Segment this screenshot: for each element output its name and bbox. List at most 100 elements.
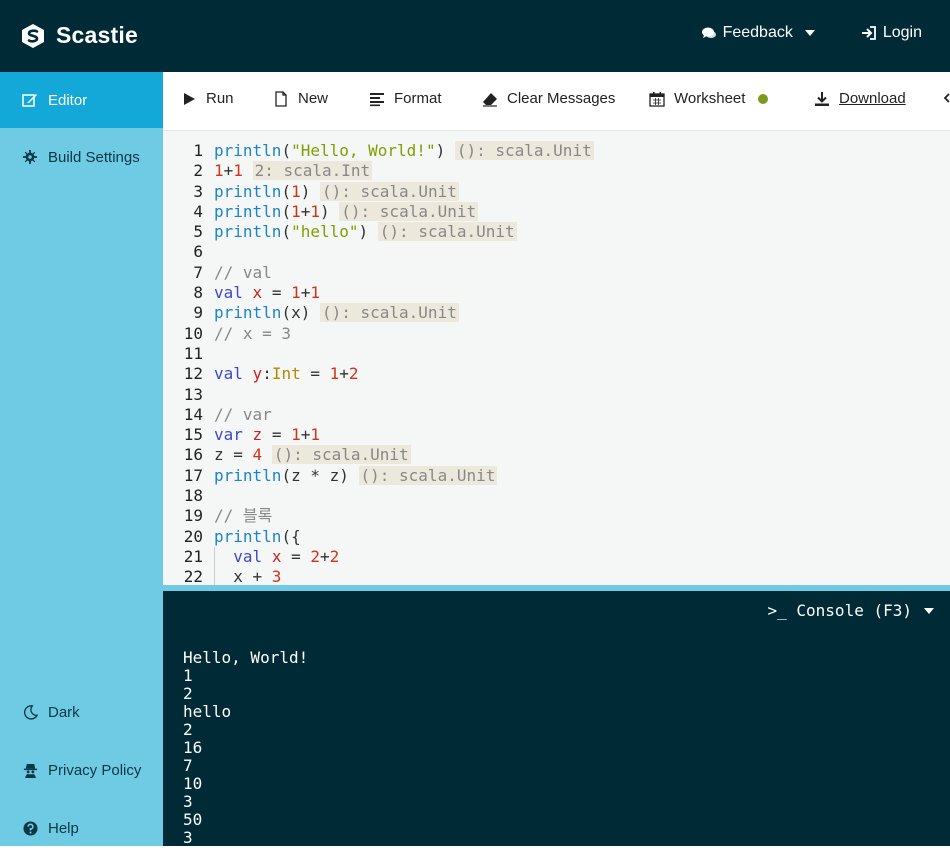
- code-line: 18: [163, 486, 950, 506]
- feedback-label: Feedback: [722, 24, 793, 41]
- moon-icon: [22, 704, 38, 720]
- download-button[interactable]: Download: [814, 90, 906, 107]
- sidebar-item-label: Help: [48, 819, 79, 837]
- align-left-icon: [370, 92, 384, 106]
- worksheet-annotation: (): scala.Unit: [319, 303, 459, 323]
- console-title: >_ Console (F3): [767, 601, 913, 620]
- format-button[interactable]: Format: [369, 90, 442, 107]
- line-number: 12: [183, 364, 203, 384]
- download-label: Download: [839, 90, 906, 107]
- share-button-partial[interactable]: [943, 90, 950, 106]
- sidebar-item-label: Privacy Policy: [48, 761, 142, 779]
- worksheet-annotation: (): scala.Unit: [271, 445, 411, 465]
- top-bar: Scastie Feedback Login: [0, 0, 950, 72]
- worksheet-annotation: (): scala.Unit: [377, 222, 517, 242]
- login-label: Login: [882, 24, 922, 41]
- console-panel: >_ Console (F3) Hello, World! 1 2 hello …: [163, 591, 950, 847]
- code-line: 5 println("hello") (): scala.Unit: [163, 222, 950, 242]
- worksheet-annotation: (): scala.Unit: [319, 181, 459, 201]
- format-label: Format: [394, 90, 442, 107]
- code-line: 12 val y:Int = 1+2: [163, 364, 950, 384]
- line-number: 7: [193, 262, 203, 282]
- line-number: 16: [183, 445, 203, 465]
- line-number: 22: [183, 567, 203, 585]
- worksheet-annotation: (): scala.Unit: [358, 465, 498, 485]
- sidebar-item-privacy-policy[interactable]: Privacy Policy: [0, 742, 163, 798]
- line-number: 9: [193, 303, 203, 323]
- code-line: 6: [163, 242, 950, 262]
- clear-messages-label: Clear Messages: [507, 90, 616, 107]
- line-number: 18: [183, 486, 203, 506]
- sign-in-icon: [861, 26, 876, 40]
- worksheet-annotation: 2: scala.Int: [252, 161, 373, 181]
- editor-toolbar: Run New Format Clear Messages Worksheet …: [163, 72, 950, 131]
- line-number: 11: [183, 343, 203, 363]
- console-toggle[interactable]: >_ Console (F3): [767, 601, 934, 620]
- code-line: 3 println(1) (): scala.Unit: [163, 181, 950, 202]
- line-number: 4: [193, 201, 203, 221]
- code-line: 14// var: [163, 405, 950, 425]
- line-number: 2: [193, 161, 203, 181]
- line-number: 6: [193, 242, 203, 262]
- line-number: 8: [193, 283, 203, 303]
- chevron-down-icon: [924, 607, 934, 614]
- line-number: 10: [183, 323, 203, 343]
- worksheet-status-indicator: [758, 93, 769, 104]
- code-line: 20 println({: [163, 527, 950, 547]
- code-line: 11: [163, 344, 950, 364]
- feedback-button[interactable]: Feedback: [701, 24, 815, 42]
- code-line: 10// x = 3: [163, 324, 950, 344]
- line-number: 17: [183, 465, 203, 485]
- line-number: 20: [183, 526, 203, 546]
- play-icon: [184, 92, 195, 105]
- sidebar-item-label: Build Settings: [48, 148, 140, 166]
- new-button[interactable]: New: [273, 90, 328, 107]
- app-name: Scastie: [56, 22, 138, 48]
- edit-icon: [22, 92, 38, 108]
- worksheet-annotation: (): scala.Unit: [339, 201, 479, 221]
- code-line: 1 println("Hello, World!") (): scala.Unit: [163, 141, 950, 161]
- sidebar-item-label: Editor: [48, 91, 88, 109]
- line-number: 1: [193, 141, 203, 160]
- gear-icon: [22, 149, 38, 165]
- comments-icon: [701, 27, 716, 38]
- line-number: 13: [183, 384, 203, 404]
- code-line: 2 1+1 2: scala.Int: [163, 161, 950, 181]
- code-line: 17 println(z * z) (): scala.Unit: [163, 465, 950, 486]
- new-label: New: [298, 90, 329, 107]
- line-number: 14: [183, 404, 203, 424]
- download-icon: [815, 91, 829, 106]
- sidebar-item-build-settings[interactable]: Build Settings: [0, 129, 163, 185]
- scastie-logo[interactable]: Scastie: [20, 22, 138, 49]
- sidebar-item-help[interactable]: Help: [0, 800, 163, 856]
- code-line: 7// val: [163, 263, 950, 283]
- line-number: 3: [193, 181, 203, 201]
- sidebar-item-label: Dark: [48, 703, 80, 721]
- question-circle-icon: [22, 820, 38, 836]
- sidebar-item-dark[interactable]: Dark: [0, 684, 163, 740]
- scastie-logo-icon: [22, 23, 44, 48]
- sidebar: Editor Build Settings Dark Privacy Polic…: [0, 72, 163, 846]
- code-line: 22 x + 3: [163, 567, 950, 585]
- sidebar-item-editor[interactable]: Editor: [0, 72, 163, 128]
- share-icon: [943, 93, 950, 103]
- code-line: 8 val x = 1+1: [163, 283, 950, 303]
- code-line: 9 println(x) (): scala.Unit: [163, 303, 950, 323]
- worksheet-label: Worksheet: [674, 90, 746, 107]
- code-line: 13: [163, 385, 950, 405]
- worksheet-toggle[interactable]: Worksheet: [649, 90, 769, 107]
- login-button[interactable]: Login: [861, 24, 922, 42]
- worksheet-annotation: (): scala.Unit: [454, 141, 594, 160]
- eraser-icon: [483, 92, 497, 107]
- code-line: 21 val x = 2+2: [163, 546, 950, 568]
- user-secret-icon: [22, 762, 38, 778]
- code-editor[interactable]: 1 println("Hello, World!") (): scala.Unit…: [163, 131, 950, 585]
- code-line: 15 var z = 1+1: [163, 425, 950, 445]
- code-line: 16 z = 4 (): scala.Unit: [163, 445, 950, 465]
- run-button[interactable]: Run: [181, 90, 234, 107]
- line-number: 5: [193, 222, 203, 242]
- clear-messages-button[interactable]: Clear Messages: [482, 90, 615, 107]
- line-number: 19: [183, 506, 203, 526]
- line-number: 21: [183, 546, 203, 566]
- run-label: Run: [206, 90, 234, 107]
